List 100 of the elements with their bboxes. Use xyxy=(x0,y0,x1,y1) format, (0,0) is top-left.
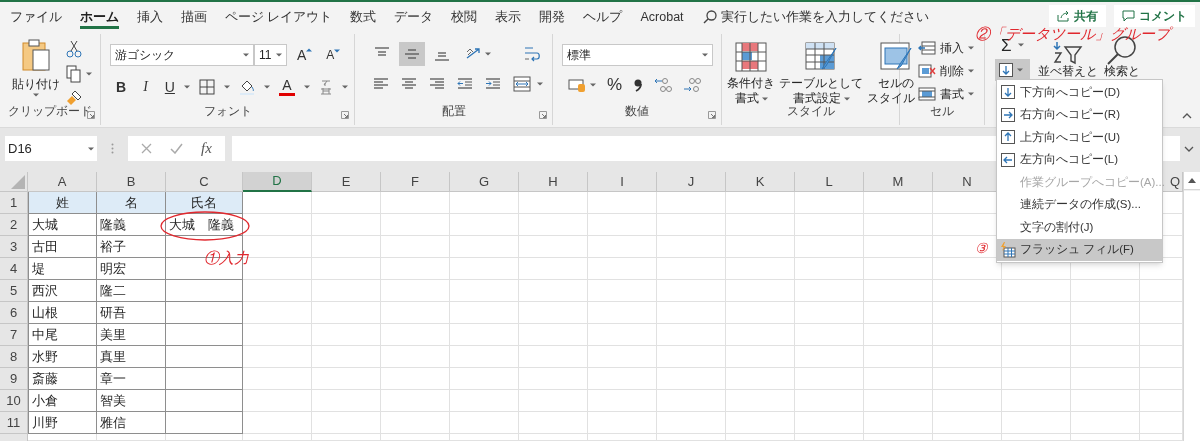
empty-cell[interactable] xyxy=(166,390,243,412)
empty-cell[interactable] xyxy=(166,324,243,346)
number-format-field[interactable]: 標準 xyxy=(562,44,713,66)
comment-button[interactable]: コメント xyxy=(1114,5,1195,27)
row-header[interactable]: 6 xyxy=(0,302,28,324)
menu-item[interactable]: 連続データの作成(S)... xyxy=(997,193,1162,216)
currency-format-icon[interactable] xyxy=(568,77,586,92)
empty-cell[interactable] xyxy=(166,412,243,434)
percent-button[interactable]: % xyxy=(607,76,623,93)
increase-indent-icon[interactable] xyxy=(485,77,501,91)
align-right-icon[interactable] xyxy=(429,77,445,91)
handwritten-note: ①入力 xyxy=(204,249,249,266)
ribbon-tab[interactable]: ホーム xyxy=(71,2,128,32)
ribbon-tab[interactable]: ヘルプ xyxy=(574,2,632,32)
row-header[interactable]: 8 xyxy=(0,346,28,368)
decrease-indent-icon[interactable] xyxy=(457,77,473,91)
align-left-icon[interactable] xyxy=(373,77,389,91)
column-header[interactable]: E xyxy=(312,172,381,192)
column-header[interactable]: K xyxy=(726,172,795,192)
row-header[interactable]: 4 xyxy=(0,258,28,280)
select-all-icon[interactable] xyxy=(11,175,25,189)
cells-button[interactable]: 書式 xyxy=(918,85,984,102)
empty-cell[interactable] xyxy=(166,368,243,390)
align-middle-icon[interactable] xyxy=(404,46,420,62)
row-header[interactable]: 11 xyxy=(0,412,28,434)
column-header[interactable]: D xyxy=(243,172,312,192)
align-center-icon[interactable] xyxy=(401,77,417,91)
scissors-icon[interactable] xyxy=(66,40,82,58)
menu-item[interactable]: 下方向へコピー(D) xyxy=(997,81,1162,104)
vertical-scrollbar[interactable] xyxy=(1184,191,1200,441)
caret-icon xyxy=(843,96,850,101)
column-header[interactable]: G xyxy=(450,172,519,192)
column-header[interactable]: I xyxy=(588,172,657,192)
scroll-up-button[interactable] xyxy=(1184,172,1200,190)
menu-item[interactable]: 右方向へコピー(R) xyxy=(997,103,1162,126)
row-header[interactable]: 9 xyxy=(0,368,28,390)
font-color-button[interactable]: A xyxy=(278,78,295,96)
column-header[interactable]: J xyxy=(657,172,726,192)
menu-item[interactable]: 左方向へコピー(L) xyxy=(997,148,1162,171)
dialog-launcher-icon[interactable] xyxy=(708,111,716,119)
column-header[interactable]: L xyxy=(795,172,864,192)
comma-style-icon[interactable] xyxy=(633,77,644,92)
wrap-text-icon[interactable] xyxy=(523,45,541,63)
paste-button[interactable]: 貼り付け xyxy=(14,38,58,106)
format-painter-icon[interactable] xyxy=(66,90,82,106)
expand-formula-bar-icon[interactable] xyxy=(1184,146,1194,152)
name-box[interactable]: D16 xyxy=(5,136,97,161)
copy-icon[interactable] xyxy=(66,65,82,83)
enter-check-icon[interactable] xyxy=(170,143,184,154)
empty-cell[interactable] xyxy=(166,280,243,302)
underline-button[interactable]: U xyxy=(164,80,175,94)
font-name-field[interactable]: 游ゴシック xyxy=(110,44,254,66)
menu-item[interactable]: フラッシュ フィル(F) xyxy=(997,238,1162,261)
shrink-font-button[interactable]: A xyxy=(326,49,341,61)
empty-cell[interactable] xyxy=(166,346,243,368)
empty-cell[interactable] xyxy=(166,302,243,324)
merge-center-icon[interactable] xyxy=(513,76,531,92)
row-header[interactable] xyxy=(0,434,28,441)
grow-font-button[interactable]: A xyxy=(297,48,313,62)
dialog-launcher-icon[interactable] xyxy=(539,111,547,119)
decrease-decimal-icon[interactable] xyxy=(683,76,702,93)
column-header[interactable]: M xyxy=(864,172,933,192)
ribbon-tab[interactable]: Acrobat xyxy=(631,2,693,32)
row-header[interactable]: 7 xyxy=(0,324,28,346)
ribbon-tab[interactable]: データ xyxy=(385,2,443,32)
row-header[interactable]: 5 xyxy=(0,280,28,302)
ribbon-tab[interactable]: 開発 xyxy=(530,2,575,32)
font-size-field[interactable]: 11 xyxy=(254,44,287,66)
menu-item[interactable]: 上方向へコピー(U) xyxy=(997,126,1162,149)
cancel-icon[interactable] xyxy=(141,143,152,154)
row-header[interactable]: 2 xyxy=(0,214,28,236)
collapse-ribbon-icon[interactable] xyxy=(1182,113,1192,119)
ribbon-tab[interactable]: ページ レイアウト xyxy=(216,2,342,32)
row-header[interactable]: 1 xyxy=(0,192,28,214)
column-header[interactable]: H xyxy=(519,172,588,192)
vertical-align-button[interactable] xyxy=(399,42,425,66)
style-button[interactable]: 条件付き 書式 xyxy=(726,42,776,106)
ribbon-tab[interactable]: 数式 xyxy=(341,2,386,32)
menu-item[interactable]: 文字の割付(J) xyxy=(997,216,1162,239)
phonetic-guide-icon[interactable] xyxy=(318,79,333,95)
share-button[interactable]: 共有 xyxy=(1049,5,1106,27)
dialog-launcher-icon[interactable] xyxy=(341,111,349,119)
style-button[interactable]: テーブルとして 書式設定 xyxy=(778,42,864,106)
column-header[interactable]: F xyxy=(381,172,450,192)
ribbon-tab[interactable]: 表示 xyxy=(486,2,531,32)
ribbon-tab[interactable]: 校閲 xyxy=(442,2,487,32)
fill-color-icon[interactable] xyxy=(238,79,255,95)
insert-function-button[interactable]: fx xyxy=(201,137,212,160)
bold-button[interactable]: B xyxy=(116,80,127,94)
increase-decimal-icon[interactable] xyxy=(654,76,673,93)
border-icon[interactable] xyxy=(198,79,215,95)
ribbon-tab[interactable]: 挿入 xyxy=(128,2,172,32)
italic-button[interactable]: I xyxy=(143,80,148,94)
ribbon-tab[interactable]: 描画 xyxy=(172,2,216,32)
row-header[interactable]: 3 xyxy=(0,236,28,258)
ribbon-tab[interactable]: ファイル xyxy=(1,2,71,32)
row-header[interactable]: 10 xyxy=(0,390,28,412)
fill-button[interactable] xyxy=(995,59,1030,81)
tell-me-field[interactable]: 実行したい作業を入力してください xyxy=(720,7,929,27)
cells-button[interactable]: 削除 xyxy=(918,62,984,79)
